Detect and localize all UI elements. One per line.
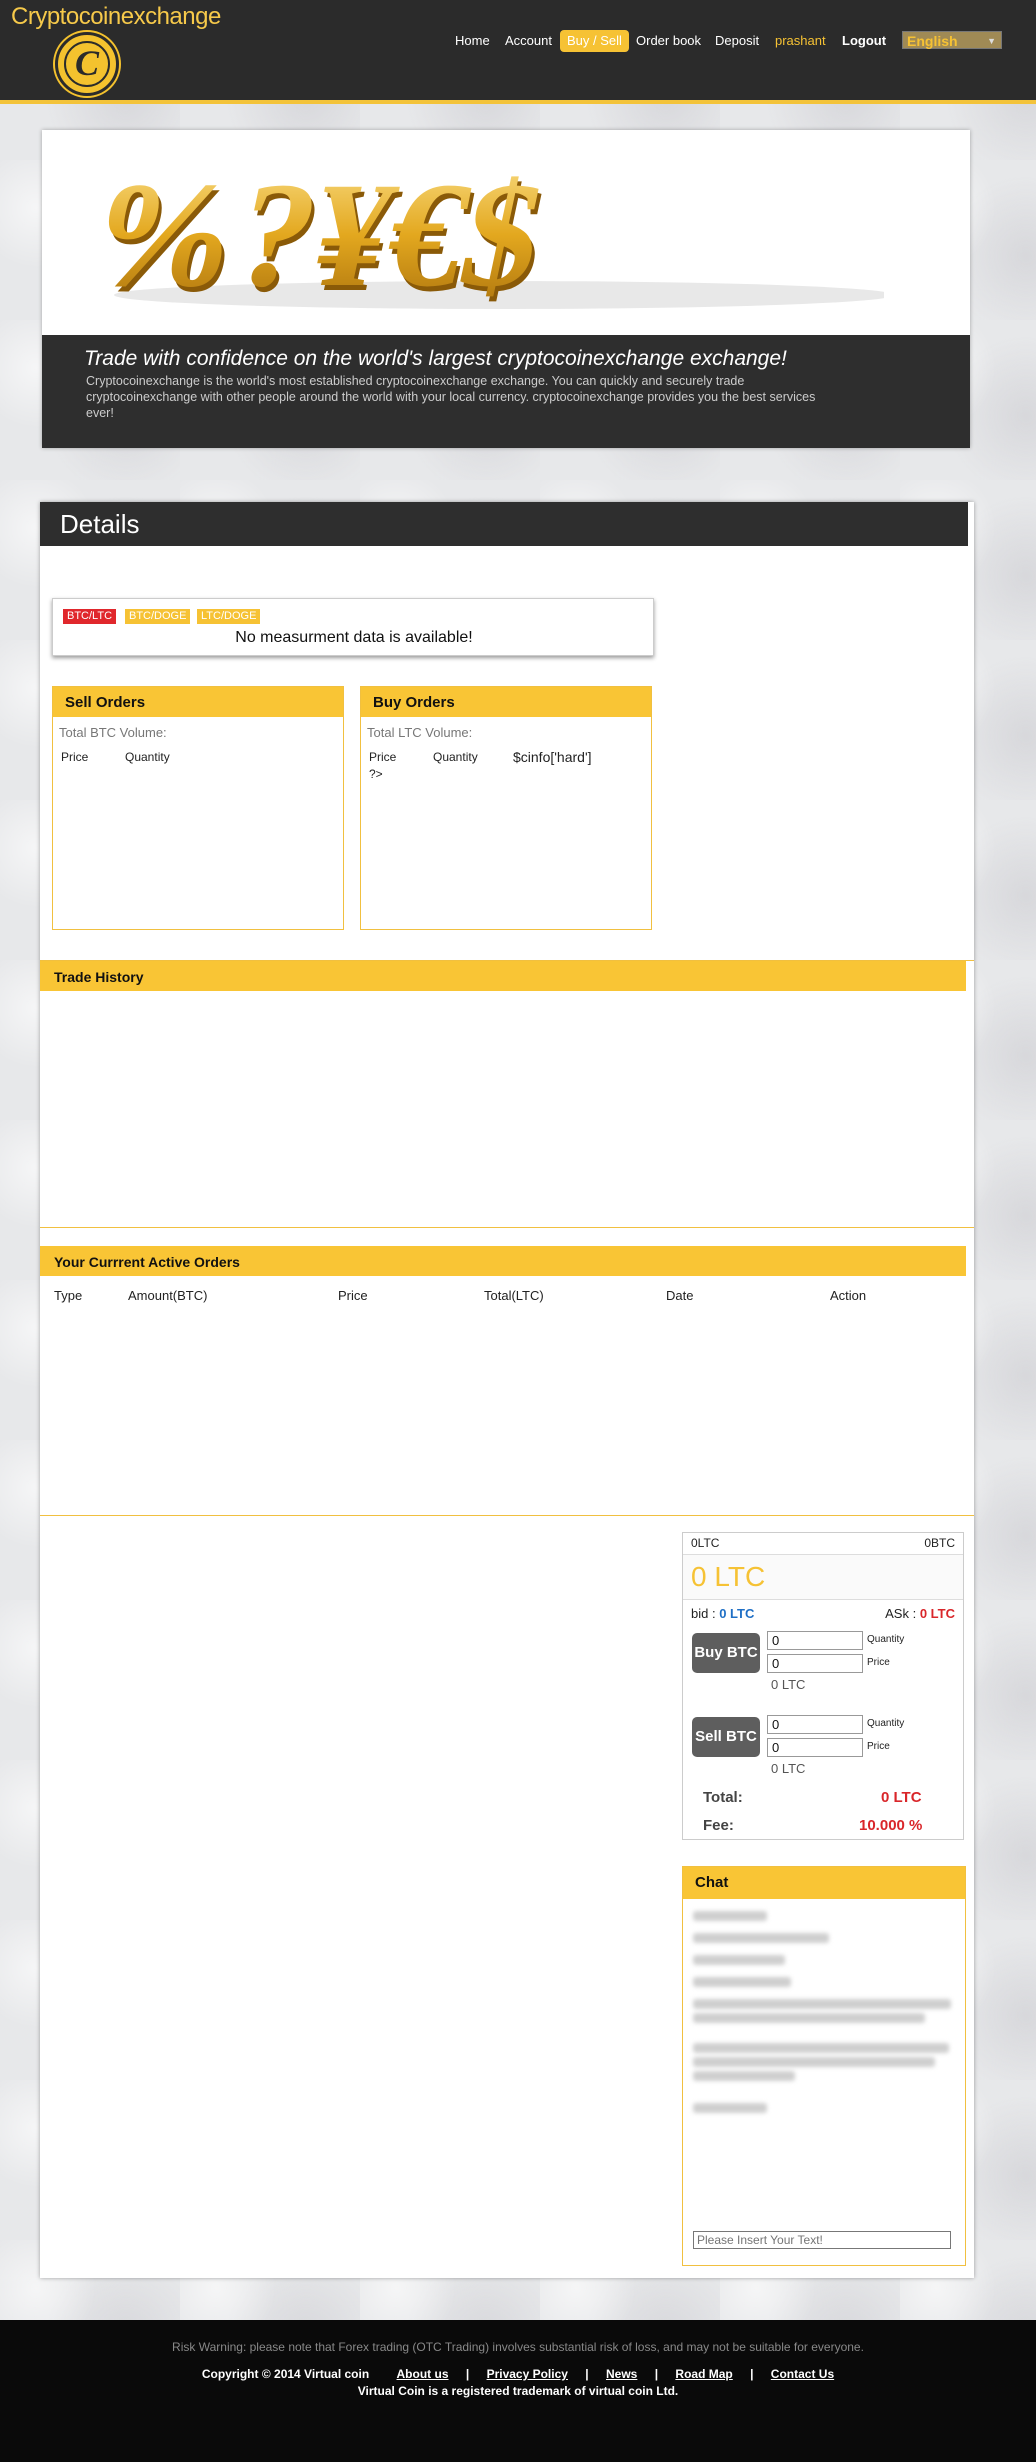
sell-quantity-label: Quantity [867,1718,905,1729]
col-amount: Amount(BTC) [128,1288,208,1303]
sell-btc-button[interactable]: Sell BTC [692,1717,760,1757]
language-select[interactable]: English ▼ [902,31,1002,49]
ask-label: ASk : [885,1606,917,1621]
trade-history-title: Trade History [40,961,966,991]
footer-privacy-policy[interactable]: Privacy Policy [487,2367,568,2381]
logo-letter: C [64,41,110,87]
tab-btc-ltc[interactable]: BTC/LTC [63,609,117,624]
nav-home[interactable]: Home [455,30,490,52]
footer-news[interactable]: News [606,2367,637,2381]
price-display: 0 LTC [683,1554,963,1600]
total-value: 0 LTC [881,1789,922,1806]
sell-col-price: Price [61,750,89,764]
buy-price-input[interactable]: 0 [767,1654,863,1673]
buy-quantity-label: Quantity [867,1634,905,1645]
footer-links: Copyright © 2014 Virtual coin About us |… [201,2367,835,2381]
sell-orders-panel: Sell Orders Total BTC Volume: Price Quan… [52,686,344,930]
fee-value: 10.000 % [859,1817,923,1834]
col-price: Price [338,1288,368,1303]
trade-history-panel: Trade History [40,960,974,1228]
details-title: Details [40,502,968,546]
nav-logout[interactable]: Logout [842,30,886,52]
sell-volume-label: Total BTC Volume: [59,725,167,740]
chart-panel: BTC/LTC BTC/DOGE LTC/DOGE No measurment … [52,598,654,656]
buy-volume-label: Total LTC Volume: [367,725,473,740]
bid-label: bid : [691,1606,716,1621]
bid-row: bid : 0 LTC [691,1606,754,1621]
risk-warning: Risk Warning: please note that Forex tra… [172,2340,864,2354]
chevron-down-icon: ▼ [987,36,996,46]
main-content: Details BTC/LTC BTC/DOGE LTC/DOGE No mea… [40,502,974,2278]
sell-total: 0 LTC [771,1761,806,1776]
tab-ltc-doge[interactable]: LTC/DOGE [197,609,261,624]
sell-orders-title: Sell Orders [53,687,343,717]
col-type: Type [54,1288,83,1303]
nav-user[interactable]: prashant [775,30,826,52]
tab-btc-doge[interactable]: BTC/DOGE [125,609,191,624]
sell-price-label: Price [867,1741,890,1752]
col-total: Total(LTC) [484,1288,544,1303]
total-label: Total: [703,1789,743,1806]
fee-label: Fee: [703,1817,734,1834]
copyright: Copyright © 2014 Virtual coin [201,2367,370,2381]
bid-value: 0 LTC [719,1606,755,1621]
nav-account[interactable]: Account [505,30,552,52]
footer-contact-us[interactable]: Contact Us [771,2367,834,2381]
raw-code-text: $cinfo['hard'] [513,749,592,765]
buy-col-quantity: Quantity [433,750,478,764]
hero-banner: %?¥€$ %?¥€$ Trade with confidence on the… [42,130,970,448]
hero-caption: Trade with confidence on the world's lar… [42,335,970,448]
nav-order-book[interactable]: Order book [636,30,701,52]
col-date: Date [666,1288,694,1303]
logo-coin-icon[interactable]: C [55,32,119,96]
ask-row: ASk : 0 LTC [885,1606,955,1621]
nav-deposit[interactable]: Deposit [715,30,759,52]
sell-price-input[interactable]: 0 [767,1738,863,1757]
chat-messages [683,1899,965,2229]
trademark: Virtual Coin is a registered trademark o… [357,2384,679,2398]
sell-col-quantity: Quantity [125,750,170,764]
hero-title: Trade with confidence on the world's lar… [84,347,787,370]
chat-input[interactable] [693,2231,951,2249]
hero-text: Cryptocoinexchange is the world's most e… [86,374,816,420]
buy-btc-button[interactable]: Buy BTC [692,1633,760,1673]
buy-price-label: Price [867,1657,890,1668]
site-header: Cryptocoinexchange C Home Account Buy / … [0,0,1036,104]
buy-total: 0 LTC [771,1677,806,1692]
btc-balance: 0BTC [924,1536,955,1550]
trade-panel: 0LTC 0BTC 0 LTC bid : 0 LTC ASk : 0 LTC … [682,1532,964,1840]
chart-empty-message: No measurment data is available! [235,629,473,646]
chat-panel: Chat [682,1866,966,2266]
ask-value: 0 LTC [919,1606,955,1621]
current-price: 0 LTC [691,1561,766,1592]
active-orders-panel: Your Currrent Active Orders Type Amount(… [40,1246,974,1516]
footer-about-us[interactable]: About us [397,2367,449,2381]
raw-code-tail: ?> [369,767,383,781]
currency-symbols-image: %?¥€$ %?¥€$ [84,151,884,323]
col-action: Action [830,1288,867,1303]
buy-orders-panel: Buy Orders Total LTC Volume: Price Quant… [360,686,652,930]
language-value: English [907,33,958,49]
active-orders-title: Your Currrent Active Orders [40,1246,966,1276]
site-footer: Risk Warning: please note that Forex tra… [0,2320,1036,2462]
buy-col-price: Price [369,750,397,764]
chat-title: Chat [683,1867,965,1899]
footer-road-map[interactable]: Road Map [675,2367,732,2381]
sell-quantity-input[interactable]: 0 [767,1715,863,1734]
brand-name[interactable]: Cryptocoinexchange [11,3,221,31]
hero-symbols: %?¥€$ [84,151,558,317]
buy-quantity-input[interactable]: 0 [767,1631,863,1650]
ltc-balance: 0LTC [691,1536,720,1550]
buy-orders-title: Buy Orders [361,687,651,717]
nav-buy-sell[interactable]: Buy / Sell [560,30,629,52]
